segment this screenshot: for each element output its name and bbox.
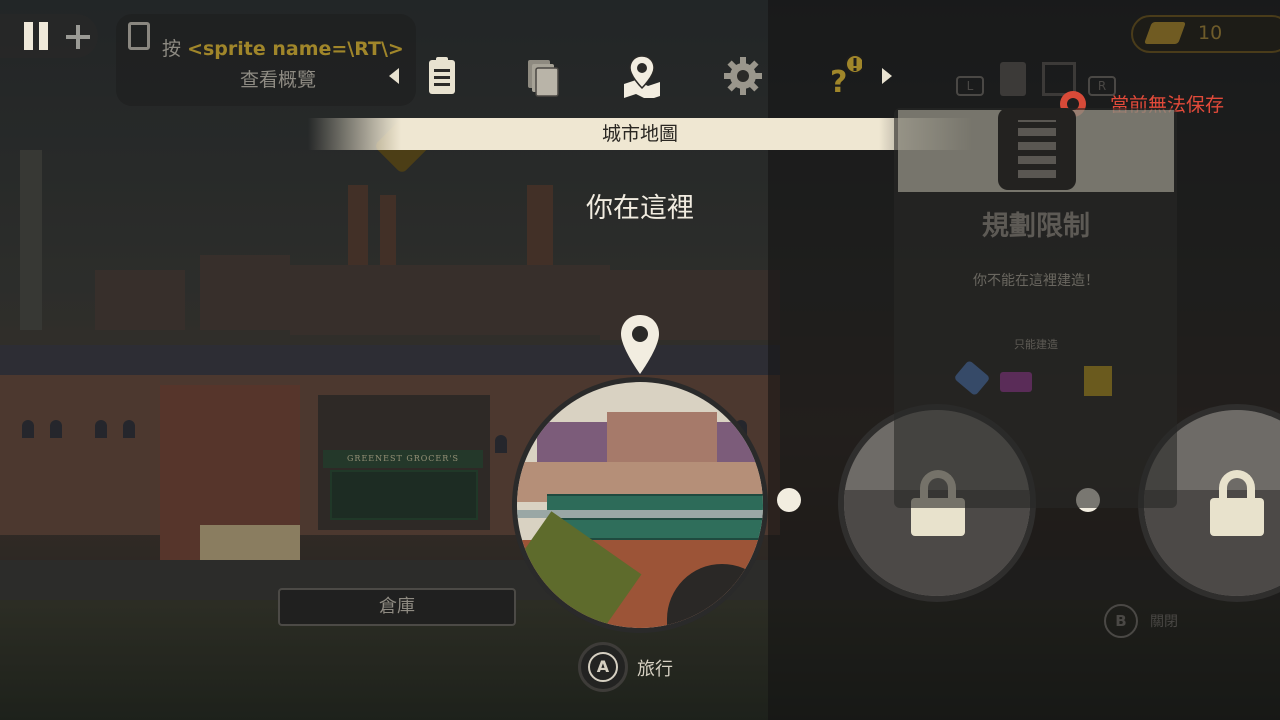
tab-overview[interactable] [420, 54, 464, 98]
allowed-builds-label: 只能建造 [1014, 338, 1058, 351]
location-pin-icon [621, 315, 659, 374]
tab-settings[interactable] [721, 54, 765, 98]
tab-prev-arrow-icon[interactable] [389, 68, 399, 84]
panel-title: 規劃限制 [982, 211, 1090, 242]
travel-a-button[interactable]: A [578, 642, 628, 692]
clipboard-icon [429, 57, 455, 94]
path-dot [777, 488, 801, 512]
hint-line: 按 <sprite name=\RT\> [162, 34, 404, 61]
help-icon: ? [830, 54, 865, 100]
building-icon [998, 108, 1076, 190]
lock-body [1210, 498, 1264, 536]
close-label: 關閉 [1150, 614, 1178, 630]
tab-city-map[interactable] [620, 54, 664, 100]
hint-press: 按 [162, 38, 182, 60]
svg-text:?: ? [830, 65, 847, 98]
a-key-label: A [588, 652, 618, 682]
pages-icon [528, 60, 559, 97]
page-title: 城市地圖 [601, 123, 678, 145]
you-are-here-label: 你在這裡 [586, 193, 694, 224]
clipboard-icon [128, 22, 150, 50]
plus-icon[interactable] [66, 25, 90, 49]
hint-sprite-tag: <sprite name=\RT\> [187, 38, 404, 60]
close-b-button[interactable]: B [1104, 604, 1138, 638]
pause-icon[interactable] [24, 22, 50, 50]
map-pin-icon [624, 55, 660, 100]
lock-icon [1210, 470, 1264, 536]
map-title-banner: 城市地圖 [308, 118, 972, 150]
node-scene-railing [547, 494, 763, 510]
gear-icon [724, 57, 762, 95]
coin-count: 10 [1198, 22, 1223, 44]
shoulder-l-button[interactable]: L [956, 76, 984, 96]
hint-action: 查看概覽 [240, 69, 317, 91]
tab-next-arrow-icon[interactable] [882, 68, 892, 84]
tab-help[interactable]: ? [818, 54, 865, 100]
warehouse-button[interactable]: 倉庫 [278, 588, 516, 626]
building-icon [1000, 62, 1026, 96]
panel-message: 你不能在這裡建造！ [973, 273, 1099, 289]
map-node-current[interactable] [512, 377, 768, 633]
ticket-icon [1000, 372, 1032, 392]
factory-icon [1084, 366, 1112, 396]
tab-pages[interactable] [520, 54, 564, 98]
travel-label: 旅行 [637, 659, 673, 680]
